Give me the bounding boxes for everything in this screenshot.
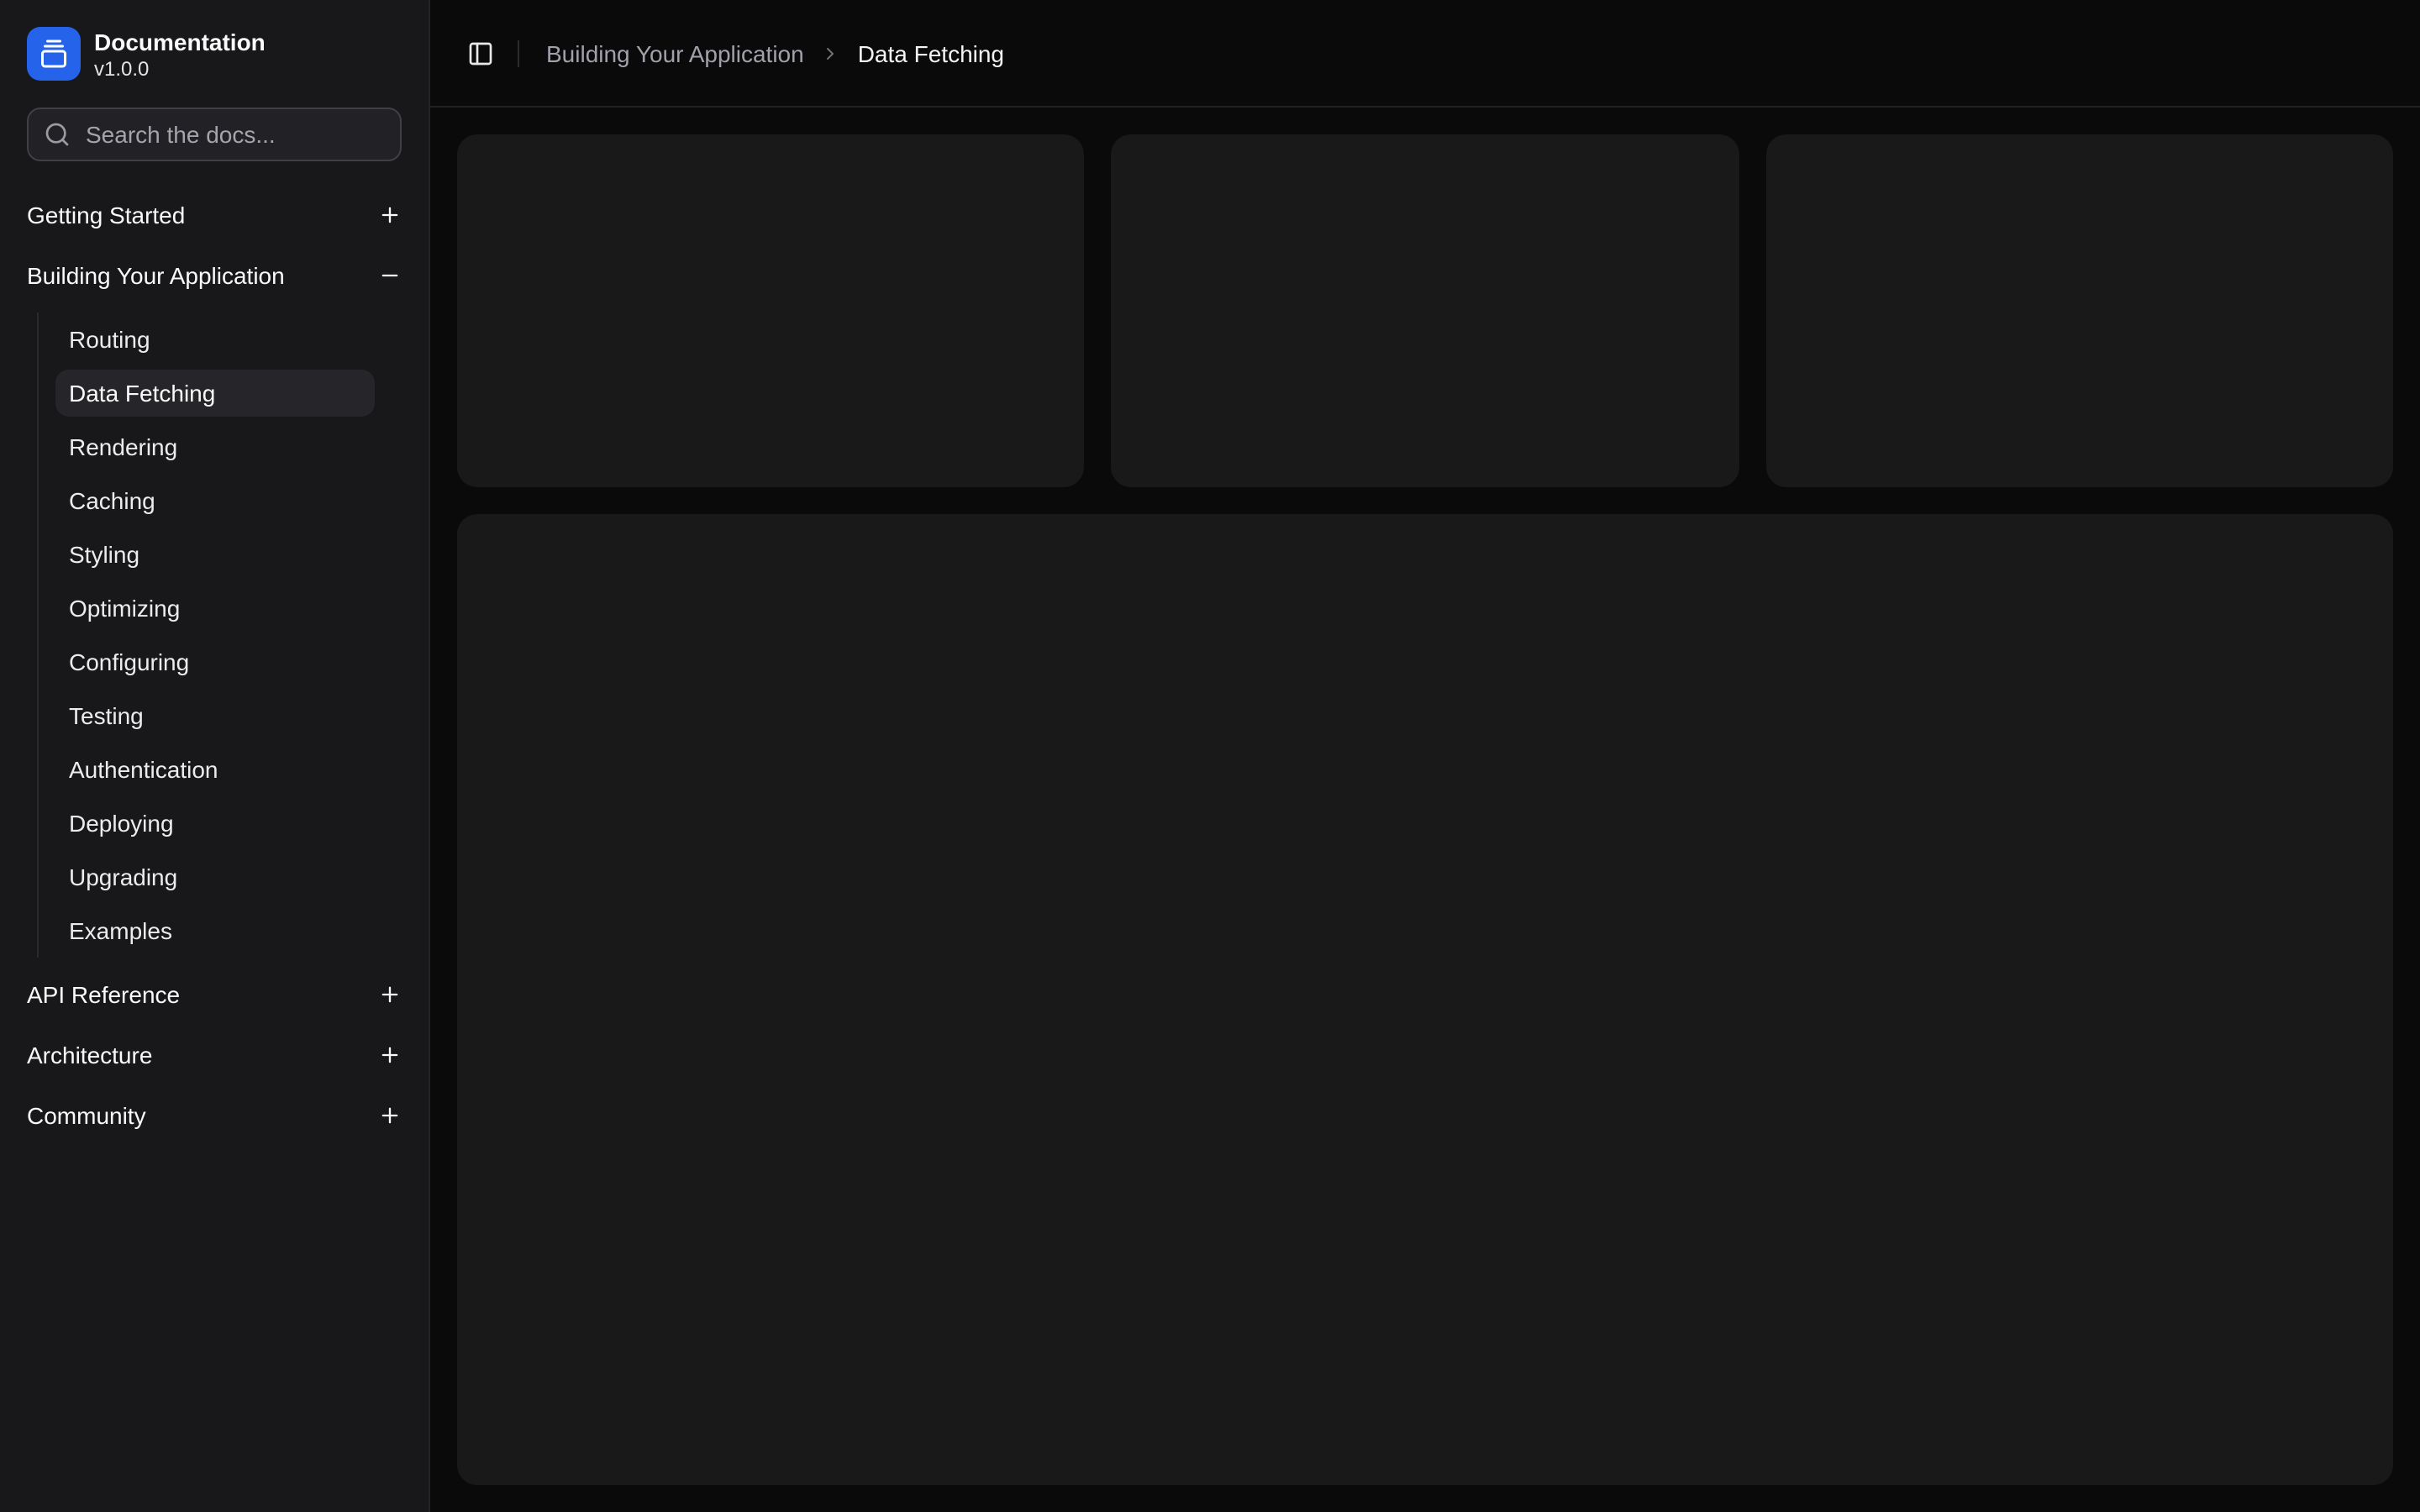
- main-header: Building Your Application Data Fetching: [430, 0, 2420, 108]
- plus-icon: [378, 1043, 402, 1067]
- placeholder-card: [1112, 134, 1739, 487]
- sidebar-item-routing[interactable]: Routing: [55, 316, 375, 363]
- sidebar-item-deploying[interactable]: Deploying: [55, 800, 375, 847]
- placeholder-card: [457, 134, 1085, 487]
- sidebar: Documentation v1.0.0 Getting Started Buil…: [0, 0, 430, 1512]
- sidebar-section-label: Architecture: [27, 1042, 152, 1068]
- sidebar-section-label: Community: [27, 1102, 146, 1129]
- breadcrumb-current-page: Data Fetching: [858, 39, 1004, 66]
- placeholder-panel: [457, 514, 2393, 1485]
- brand-text: Documentation v1.0.0: [94, 29, 266, 78]
- sidebar-item-rendering[interactable]: Rendering: [55, 423, 375, 470]
- app-window: Documentation v1.0.0 Getting Started Buil…: [0, 0, 2420, 1512]
- breadcrumb-link[interactable]: Building Your Application: [546, 39, 804, 66]
- chevron-right-icon: [821, 43, 841, 63]
- sidebar-item-optimizing[interactable]: Optimizing: [55, 585, 375, 632]
- header-separator: [518, 39, 519, 66]
- placeholder-card-grid: [457, 134, 2393, 487]
- sidebar-section-label: Building Your Application: [27, 262, 285, 289]
- sidebar-section-building-your-application[interactable]: Building Your Application: [13, 249, 415, 302]
- gallery-vertical-end-icon: [27, 27, 81, 81]
- search-form: [27, 108, 402, 161]
- search-icon: [44, 121, 71, 148]
- plus-icon: [378, 203, 402, 227]
- sidebar-item-styling[interactable]: Styling: [55, 531, 375, 578]
- sidebar-toggle-button[interactable]: [457, 29, 504, 76]
- main-area: Building Your Application Data Fetching: [430, 0, 2420, 1512]
- sidebar-submenu-building-your-application: Routing Data Fetching Rendering Caching Styl…: [37, 312, 392, 958]
- sidebar-item-caching[interactable]: Caching: [55, 477, 375, 524]
- sidebar-item-examples[interactable]: Examples: [55, 907, 375, 954]
- search-input[interactable]: [27, 108, 402, 161]
- sidebar-item-testing[interactable]: Testing: [55, 692, 375, 739]
- plus-icon: [378, 1104, 402, 1127]
- app-title: Documentation: [94, 29, 266, 53]
- sidebar-nav: Getting Started Building Your Application…: [0, 161, 429, 1512]
- sidebar-section-api-reference[interactable]: API Reference: [13, 968, 415, 1021]
- sidebar-item-authentication[interactable]: Authentication: [55, 746, 375, 793]
- sidebar-section-label: Getting Started: [27, 202, 185, 228]
- sidebar-item-data-fetching[interactable]: Data Fetching: [55, 370, 375, 417]
- sidebar-section-label: API Reference: [27, 981, 180, 1008]
- brand-button[interactable]: Documentation v1.0.0: [27, 27, 402, 81]
- plus-icon: [378, 983, 402, 1006]
- page-content: [430, 108, 2420, 1512]
- sidebar-section-architecture[interactable]: Architecture: [13, 1028, 415, 1082]
- placeholder-card: [1765, 134, 2393, 487]
- panel-left-icon: [467, 39, 494, 66]
- sidebar-item-upgrading[interactable]: Upgrading: [55, 853, 375, 900]
- minus-icon: [378, 264, 402, 287]
- sidebar-section-community[interactable]: Community: [13, 1089, 415, 1142]
- sidebar-section-getting-started[interactable]: Getting Started: [13, 188, 415, 242]
- breadcrumb: Building Your Application Data Fetching: [546, 39, 1004, 66]
- sidebar-item-configuring[interactable]: Configuring: [55, 638, 375, 685]
- sidebar-header: Documentation v1.0.0: [0, 0, 429, 94]
- app-version: v1.0.0: [94, 58, 266, 78]
